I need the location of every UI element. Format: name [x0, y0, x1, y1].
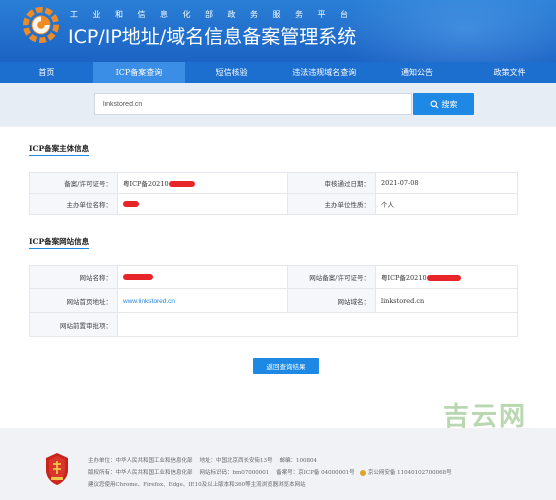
homepage-value: www.linkstored.cn — [117, 288, 288, 313]
license-value: 粤ICP备20210 — [117, 172, 288, 194]
redaction-mark — [426, 275, 461, 281]
subject-section-title: ICP备案主体信息 — [29, 144, 90, 153]
main-nav: 首页 ICP备案查询 短信核验 违法违规域名查询 通知公告 政策文件 — [0, 62, 556, 83]
domain-label: 网站域名： — [287, 288, 376, 313]
miit-logo-icon — [22, 6, 60, 44]
nav-illegal-domain[interactable]: 违法违规域名查询 — [278, 62, 371, 83]
site-header: 工业和信息化部政务服务平台 ICP/IP地址/域名信息备案管理系统 — [0, 0, 556, 62]
site-license-label: 网站备案/许可证号： — [287, 265, 376, 289]
search-button[interactable]: 搜索 — [413, 93, 474, 115]
org-nature-label: 主办单位性质： — [287, 193, 376, 215]
back-to-results-button[interactable]: 返回查询结果 — [253, 358, 319, 374]
preapproval-value — [117, 312, 518, 337]
org-name-value — [117, 193, 288, 215]
license-label: 备案/许可证号： — [29, 172, 118, 194]
table-row: 网站前置审批项： — [29, 312, 518, 337]
search-icon — [430, 100, 438, 108]
nav-icp-query[interactable]: ICP备案查询 — [92, 62, 186, 83]
redaction-mark — [123, 201, 139, 207]
site-section-title: ICP备案网站信息 — [29, 237, 90, 246]
org-name-label: 主办单位名称： — [29, 193, 118, 215]
police-badge-icon — [359, 469, 366, 476]
org-name: 工业和信息化部政务服务平台 — [70, 10, 363, 19]
audit-date-value: 2021-07-08 — [375, 172, 518, 194]
footer-line-1: 主办单位：中华人民共和国工业和信息化部 地址：中国北京西长安街13号 邮编：10… — [88, 458, 318, 464]
preapproval-label: 网站前置审批项： — [29, 312, 118, 337]
site-license-value: 粤ICP备20210 — [375, 265, 518, 289]
subject-section-underline — [29, 155, 89, 156]
nav-notices[interactable]: 通知公告 — [371, 62, 464, 83]
footer-police-link[interactable]: 京公网安备 11040102700068号 — [368, 470, 452, 476]
table-row: 网站首页地址： www.linkstored.cn 网站域名： linkstor… — [29, 288, 518, 313]
footer-line-2: 版权所有：中华人民共和国工业和信息化部 网站标识码：bm07000001 备案号… — [88, 469, 452, 476]
search-input[interactable] — [94, 93, 412, 115]
audit-date-label: 审核通过日期： — [287, 172, 376, 194]
table-row: 主办单位名称： 主办单位性质： 个人 — [29, 193, 518, 215]
site-name-value — [117, 265, 288, 289]
redaction-mark — [123, 274, 153, 280]
footer-browser-tip: 建议您使用Chrome、Firefox、Edge、IE10及以上版本和360等主… — [88, 482, 306, 488]
redaction-mark — [168, 181, 195, 187]
homepage-link[interactable]: www.linkstored.cn — [123, 298, 175, 305]
search-button-label: 搜索 — [441, 99, 458, 109]
site-title: ICP/IP地址/域名信息备案管理系统 — [68, 26, 357, 48]
org-nature-value: 个人 — [375, 193, 518, 215]
watermark: 吉云网 — [443, 402, 528, 432]
nav-policy[interactable]: 政策文件 — [463, 62, 556, 83]
homepage-label: 网站首页地址： — [29, 288, 118, 313]
domain-value: linkstored.cn — [375, 288, 518, 313]
nav-home[interactable]: 首页 — [0, 62, 93, 83]
subject-table: 备案/许可证号： 粤ICP备20210 审核通过日期： 2021-07-08 主… — [29, 172, 518, 215]
party-badge-icon — [46, 453, 68, 485]
footer-icp-link[interactable]: 备案号：京ICP备 04000001号 — [276, 470, 354, 476]
site-section-underline — [29, 248, 89, 249]
site-name-label: 网站名称： — [29, 265, 118, 289]
table-row: 网站名称： 网站备案/许可证号： 粤ICP备20210 — [29, 265, 518, 289]
table-row: 备案/许可证号： 粤ICP备20210 审核通过日期： 2021-07-08 — [29, 172, 518, 194]
site-table: 网站名称： 网站备案/许可证号： 粤ICP备20210 网站首页地址： www.… — [29, 265, 518, 337]
nav-sms-verify[interactable]: 短信核验 — [185, 62, 278, 83]
